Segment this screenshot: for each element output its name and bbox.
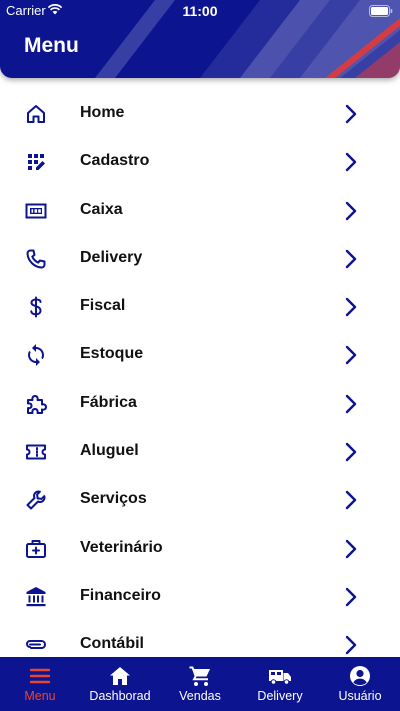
menu-item-label: Delivery	[80, 248, 143, 266]
menu-item-label: Home	[80, 104, 125, 121]
chevron-right-icon	[345, 297, 357, 317]
medical-kit-icon	[26, 539, 46, 558]
wrench-icon	[26, 490, 46, 510]
menu-item-financeiro[interactable]: Financeiro	[0, 573, 400, 621]
nav-vendas[interactable]: Vendas	[160, 657, 240, 711]
chevron-right-icon	[345, 346, 357, 365]
nav-delivery[interactable]: Delivery	[240, 657, 320, 711]
menu-item-label: Veterinário	[80, 538, 163, 556]
grid-edit-icon	[28, 154, 45, 171]
menu-item-label: Estoque	[80, 345, 144, 363]
menu-item-fabrica[interactable]: Fábrica	[0, 380, 400, 428]
menu-item-servicos[interactable]: Serviços	[0, 476, 400, 524]
chevron-right-icon	[345, 153, 357, 172]
nav-usuario[interactable]: Usuário	[320, 657, 400, 711]
bank-icon	[26, 586, 46, 607]
chevron-right-icon	[345, 104, 357, 124]
status-bar: Carrier 11:00	[0, 0, 400, 22]
menu-item-home[interactable]: Home	[0, 90, 400, 138]
nav-label: Dashborad	[89, 689, 151, 703]
nav-dashboard[interactable]: Dashborad	[80, 657, 160, 711]
nav-label: Usuário	[338, 689, 382, 703]
chevron-right-icon	[345, 587, 357, 607]
paperclip-icon	[25, 640, 47, 650]
nav-label: Vendas	[179, 689, 221, 703]
house-icon	[110, 667, 130, 685]
chevron-right-icon	[345, 491, 357, 510]
chevron-right-icon	[345, 249, 357, 269]
header: Carrier 11:00 Menu	[0, 0, 400, 78]
page-title: Menu	[24, 34, 79, 57]
nav-label: Menu	[24, 689, 56, 703]
chevron-right-icon	[345, 394, 357, 413]
menu-item-veterinario[interactable]: Veterinário	[0, 525, 400, 573]
menu-item-cadastro[interactable]: Cadastro	[0, 138, 400, 186]
puzzle-icon	[27, 394, 47, 414]
menu-item-label: Aluguel	[80, 442, 139, 460]
phone-icon	[26, 249, 46, 269]
chevron-right-icon	[345, 539, 357, 558]
home-icon	[27, 105, 45, 123]
menu-item-estoque[interactable]: Estoque	[0, 331, 400, 379]
menu-item-label: Fiscal	[80, 297, 126, 315]
menu-item-caixa[interactable]: Caixa	[0, 187, 400, 235]
menu-item-label: Financeiro	[80, 586, 161, 604]
menu-item-label: Cadastro	[80, 152, 150, 170]
sync-icon	[28, 344, 44, 367]
chevron-right-icon	[345, 201, 357, 220]
nav-menu[interactable]: Menu	[0, 657, 80, 711]
status-time: 11:00	[182, 3, 218, 19]
menu-item-delivery[interactable]: Delivery	[0, 235, 400, 283]
menu-icon	[29, 668, 51, 684]
truck-icon	[269, 670, 291, 685]
bottom-nav: Menu Dashborad Vendas Delivery Usuário	[0, 657, 400, 711]
battery-icon	[369, 5, 393, 17]
cart-icon	[189, 666, 210, 686]
dollar-icon	[30, 296, 42, 318]
menu-item-label: Caixa	[80, 200, 123, 218]
ticket-icon	[26, 444, 46, 460]
nav-label: Delivery	[257, 689, 303, 703]
user-icon	[350, 666, 370, 686]
menu-item-fiscal[interactable]: Fiscal	[0, 283, 400, 331]
chevron-right-icon	[345, 636, 357, 655]
menu-item-label: Serviços	[80, 490, 147, 508]
menu-item-label: Fábrica	[80, 393, 137, 411]
menu-item-label: Contábil	[80, 635, 144, 653]
chevron-right-icon	[345, 442, 357, 462]
menu-list: Home Cadastro Caixa Delivery Fiscal Esto…	[0, 90, 400, 670]
menu-item-aluguel[interactable]: Aluguel	[0, 428, 400, 476]
cash-register-icon	[25, 203, 47, 219]
